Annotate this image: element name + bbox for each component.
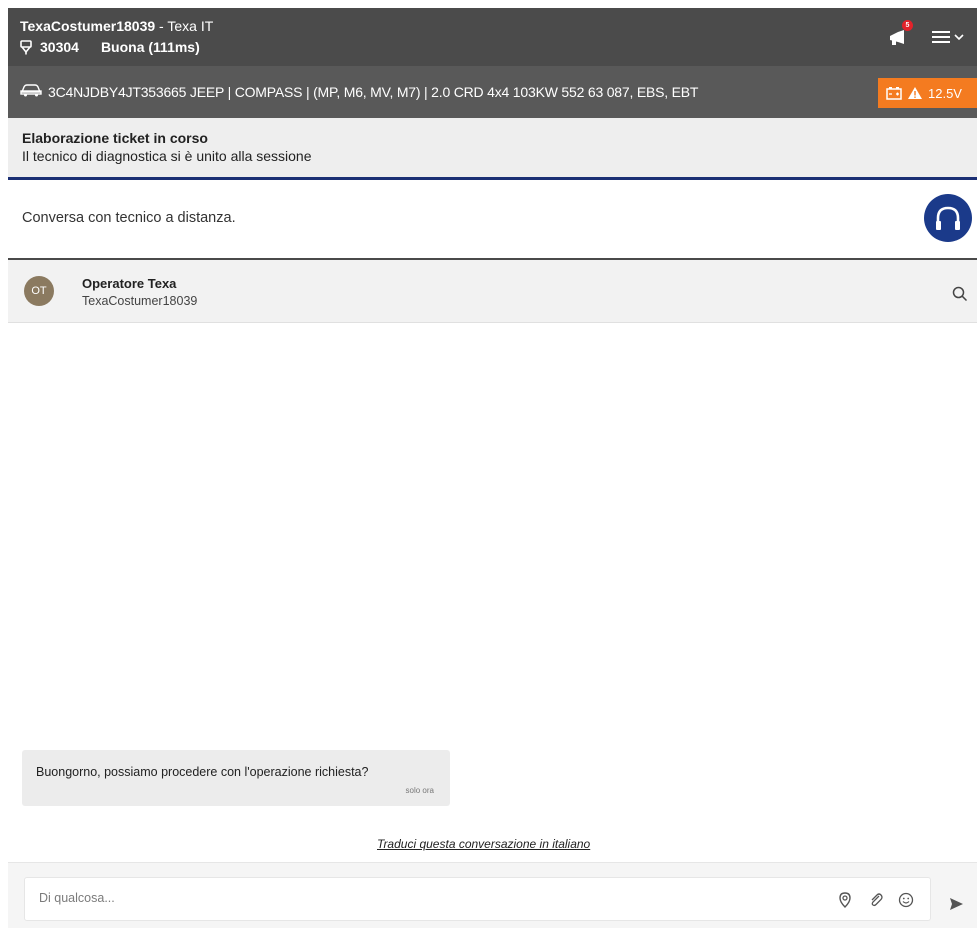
search-icon[interactable]: [952, 286, 968, 302]
warning-icon: [908, 87, 922, 99]
user-info: TexaCostumer18039 - Texa IT: [20, 18, 214, 34]
operator-username: TexaCostumer18039: [82, 294, 198, 308]
location-icon[interactable]: [837, 892, 853, 908]
ticket-status: Elaborazione ticket in corso Il tecnico …: [8, 118, 977, 180]
megaphone-icon[interactable]: [888, 28, 910, 48]
connection-quality: Buona (111ms): [100, 39, 200, 55]
send-icon[interactable]: [948, 896, 964, 912]
headset-button[interactable]: [924, 194, 972, 242]
battery-icon: [886, 87, 902, 100]
connector-icon: [20, 39, 32, 54]
headset-icon: [936, 206, 960, 230]
message-bubble: Buongorno, possiamo procedere con l'oper…: [22, 750, 450, 806]
car-icon: [20, 84, 42, 97]
vehicle-bar: 3C4NJDBY4JT353665 JEEP | COMPASS | (MP, …: [8, 66, 977, 118]
battery-status[interactable]: 12.5V: [878, 78, 977, 108]
remote-technician-bar: Conversa con tecnico a distanza.: [8, 180, 977, 260]
message-time: solo ora: [405, 786, 434, 795]
top-bar: TexaCostumer18039 - Texa IT 30304 Buona …: [8, 8, 977, 66]
connection-info: 30304 Buona (111ms): [20, 39, 200, 55]
app-frame: TexaCostumer18039 - Texa IT 30304 Buona …: [8, 8, 977, 928]
message-input-box: [24, 877, 931, 921]
emoji-icon[interactable]: [898, 892, 914, 908]
translate-link[interactable]: Traduci questa conversazione in italiano: [377, 837, 590, 851]
status-subtitle: Il tecnico di diagnostica si è unito all…: [22, 148, 312, 164]
vehicle-info: 3C4NJDBY4JT353665 JEEP | COMPASS | (MP, …: [48, 84, 699, 100]
chat-header: OT Operatore Texa TexaCostumer18039: [8, 260, 977, 323]
notification-badge: 5: [902, 20, 913, 31]
remote-text: Conversa con tecnico a distanza.: [22, 210, 236, 226]
device-code: 30304: [40, 39, 79, 55]
operator-name: Operatore Texa: [82, 276, 177, 291]
hamburger-menu-icon[interactable]: [932, 29, 968, 45]
organization: Texa IT: [167, 18, 214, 34]
avatar: OT: [24, 276, 54, 306]
status-title: Elaborazione ticket in corso: [22, 130, 208, 146]
username: TexaCostumer18039: [20, 18, 156, 34]
battery-voltage: 12.5V: [928, 85, 962, 101]
attachment-icon[interactable]: [868, 892, 884, 908]
message-text: Buongorno, possiamo procedere con l'oper…: [36, 765, 369, 779]
message-input[interactable]: [37, 890, 801, 906]
composer: [8, 862, 977, 928]
